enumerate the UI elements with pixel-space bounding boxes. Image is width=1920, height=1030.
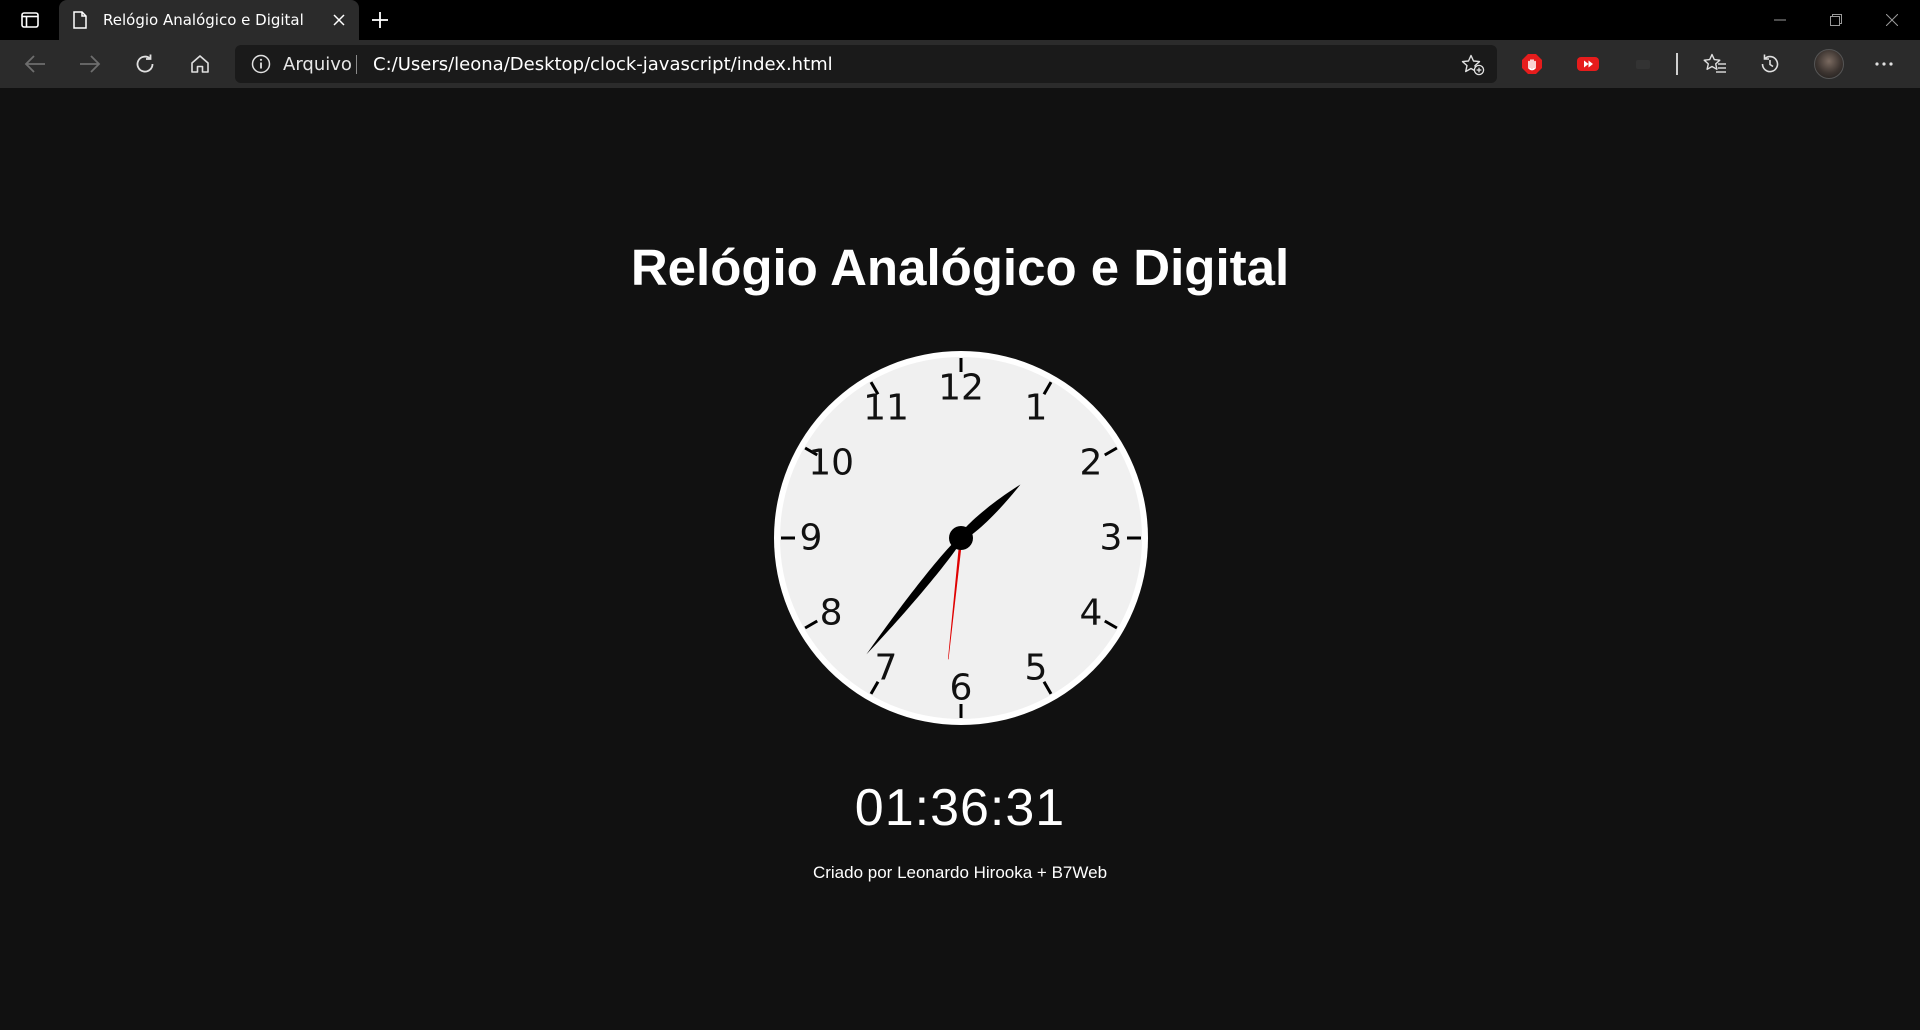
clock-number: 10 bbox=[808, 443, 854, 484]
browser-toolbar: Arquivo C:/Users/leona/Desktop/clock-jav… bbox=[0, 40, 1920, 88]
clock-number: 6 bbox=[950, 668, 973, 709]
clock-number: 4 bbox=[1079, 593, 1102, 634]
clock-number: 5 bbox=[1025, 647, 1048, 688]
clock-number: 12 bbox=[938, 368, 984, 409]
page-title: Relógio Analógico e Digital bbox=[630, 239, 1290, 296]
digital-clock-time: 01:36:31 bbox=[854, 779, 1066, 837]
back-arrow-icon[interactable] bbox=[17, 46, 53, 82]
clock-center-hub bbox=[949, 526, 973, 550]
address-scheme-label: Arquivo bbox=[283, 54, 352, 75]
toolbar-divider bbox=[1676, 53, 1678, 75]
profile-avatar[interactable] bbox=[1814, 49, 1844, 79]
restore-icon[interactable] bbox=[1808, 0, 1864, 40]
footer-credits: Criado por Leonardo Hirooka + B7Web bbox=[812, 863, 1108, 882]
document-icon bbox=[73, 10, 89, 30]
video-speed-extension-icon[interactable] bbox=[1570, 46, 1606, 82]
close-tab-icon[interactable] bbox=[329, 10, 349, 30]
page-content: Relógio Analógico e Digital 12 1 2 3 4 5 6 7 8 9 1… bbox=[0, 88, 1920, 1030]
tab-strip: Relógio Analógico e Digital bbox=[0, 0, 1920, 40]
site-info-icon[interactable] bbox=[251, 54, 271, 74]
clock-number: 11 bbox=[863, 388, 909, 429]
address-bar[interactable]: Arquivo C:/Users/leona/Desktop/clock-jav… bbox=[235, 45, 1497, 83]
tab-title: Relógio Analógico e Digital bbox=[103, 11, 304, 29]
analog-clock: 12 12 3 45 6 78 9 1011 bbox=[774, 351, 1148, 725]
clock-number: 3 bbox=[1100, 518, 1123, 559]
more-options-icon[interactable] bbox=[1866, 46, 1902, 82]
favorites-icon[interactable] bbox=[1697, 46, 1733, 82]
add-favorite-star-icon[interactable] bbox=[1461, 53, 1485, 77]
minimize-icon[interactable] bbox=[1752, 0, 1808, 40]
clock-number: 9 bbox=[800, 518, 823, 559]
close-window-icon[interactable] bbox=[1864, 0, 1920, 40]
history-icon[interactable] bbox=[1752, 46, 1788, 82]
clock-number: 8 bbox=[820, 593, 843, 634]
clock-number: 7 bbox=[875, 647, 898, 688]
extension-icon-dimmed[interactable] bbox=[1625, 46, 1661, 82]
adblock-hand-icon[interactable] bbox=[1514, 46, 1550, 82]
refresh-icon[interactable] bbox=[127, 46, 163, 82]
forward-arrow-icon[interactable] bbox=[72, 46, 108, 82]
window-controls bbox=[1752, 0, 1920, 40]
tab-actions-menu-icon[interactable] bbox=[14, 8, 46, 32]
address-separator bbox=[356, 55, 357, 74]
address-url[interactable]: C:/Users/leona/Desktop/clock-javascript/… bbox=[373, 54, 833, 75]
new-tab-plus-icon[interactable] bbox=[366, 6, 394, 34]
clock-number: 1 bbox=[1025, 388, 1048, 429]
clock-number: 2 bbox=[1079, 443, 1102, 484]
browser-tab-active[interactable]: Relógio Analógico e Digital bbox=[59, 0, 359, 40]
home-icon[interactable] bbox=[182, 46, 218, 82]
